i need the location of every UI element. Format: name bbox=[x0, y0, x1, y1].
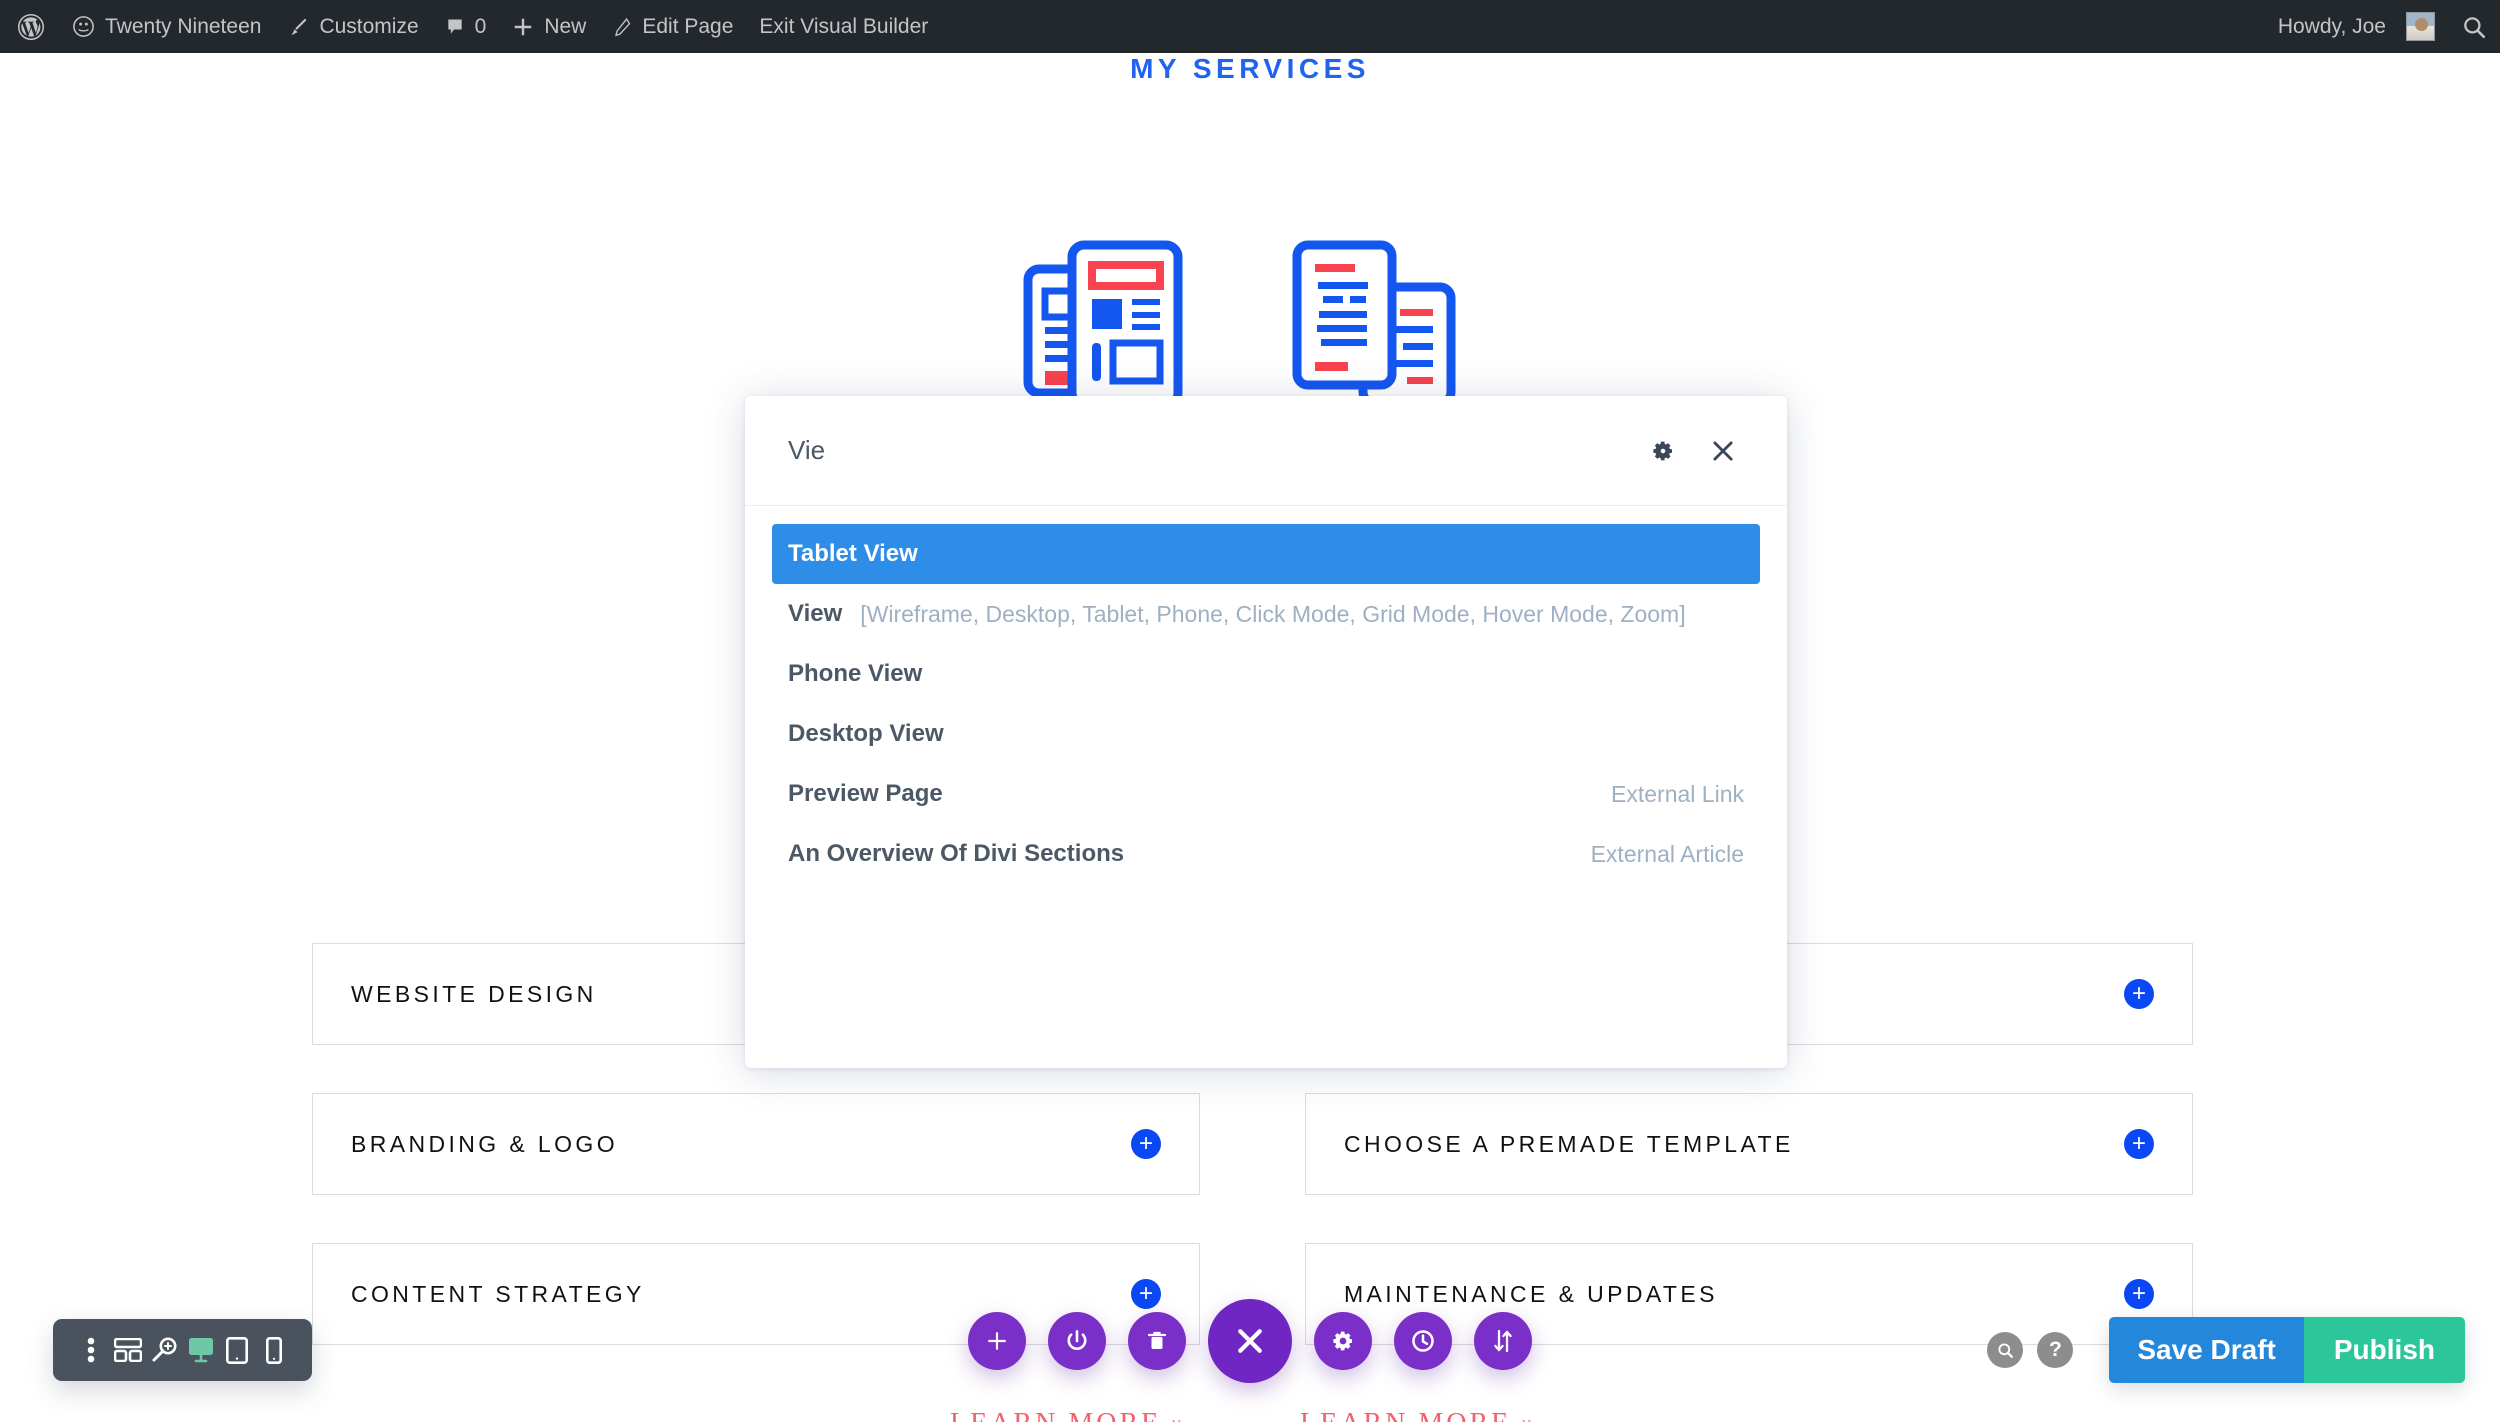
admin-bar-label-edit-page: Edit Page bbox=[642, 14, 734, 38]
plus-icon[interactable]: + bbox=[2124, 1279, 2154, 1309]
modal-results-list: Tablet View View [Wireframe, Desktop, Ta… bbox=[745, 506, 1787, 1068]
pencil-icon bbox=[612, 16, 632, 38]
search-input[interactable] bbox=[788, 430, 1625, 471]
admin-bar-item-edit-page[interactable]: Edit Page bbox=[599, 0, 746, 53]
more-options-icon[interactable] bbox=[75, 1334, 107, 1366]
save-draft-button[interactable]: Save Draft bbox=[2109, 1317, 2304, 1383]
result-row-desktop-view[interactable]: Desktop View bbox=[772, 704, 1760, 764]
settings-gear-icon[interactable] bbox=[1314, 1312, 1372, 1370]
modal-header bbox=[745, 396, 1787, 506]
admin-bar-label-site-name: Twenty Nineteen bbox=[105, 14, 262, 38]
zoom-out-icon[interactable] bbox=[148, 1334, 180, 1366]
sort-updown-icon[interactable] bbox=[1474, 1312, 1532, 1370]
plus-icon[interactable]: + bbox=[2124, 979, 2154, 1009]
accordion-title: WEBSITE DESIGN bbox=[351, 980, 597, 1007]
admin-bar-account[interactable]: Howdy, Joe bbox=[2265, 0, 2448, 53]
wireframe-layout-icon[interactable] bbox=[112, 1334, 144, 1366]
close-builder-icon[interactable] bbox=[1208, 1299, 1292, 1383]
result-row-tablet-view[interactable]: Tablet View bbox=[772, 524, 1760, 584]
accordion-item-branding-logo[interactable]: BRANDING & LOGO + bbox=[312, 1093, 1200, 1195]
admin-bar-item-customize[interactable]: Customize bbox=[274, 0, 431, 53]
phone-view-icon[interactable] bbox=[258, 1334, 290, 1366]
plus-icon bbox=[512, 16, 534, 38]
wordpress-icon bbox=[17, 13, 45, 41]
result-meta: External Link bbox=[1611, 780, 1744, 807]
dashboard-icon bbox=[72, 15, 95, 38]
vb-view-toolbar bbox=[53, 1319, 312, 1381]
add-section-icon[interactable] bbox=[968, 1312, 1026, 1370]
result-row-view[interactable]: View [Wireframe, Desktop, Tablet, Phone,… bbox=[772, 584, 1760, 644]
admin-bar-comment-count: 0 bbox=[474, 14, 487, 38]
gear-icon[interactable] bbox=[1641, 429, 1685, 473]
admin-bar-item-site-name[interactable]: Twenty Nineteen bbox=[59, 0, 274, 53]
publish-button[interactable]: Publish bbox=[2303, 1317, 2465, 1383]
search-icon[interactable] bbox=[1987, 1332, 2024, 1368]
result-label: Tablet View bbox=[788, 540, 918, 567]
plus-icon[interactable]: + bbox=[1131, 1279, 1161, 1309]
power-toggle-icon[interactable] bbox=[1048, 1312, 1106, 1370]
vb-right-toolbar: ? Save Draft Publish bbox=[1987, 1317, 2465, 1383]
comment-bubble-icon bbox=[445, 16, 465, 38]
result-row-phone-view[interactable]: Phone View bbox=[772, 644, 1760, 704]
result-hint: [Wireframe, Desktop, Tablet, Phone, Clic… bbox=[860, 600, 1686, 627]
desktop-view-icon[interactable] bbox=[185, 1334, 217, 1366]
admin-bar-label-customize: Customize bbox=[319, 14, 419, 38]
admin-bar-label-new: New bbox=[544, 14, 587, 38]
help-icon[interactable]: ? bbox=[2037, 1332, 2074, 1368]
stacked-documents-icon bbox=[1285, 231, 1460, 421]
plus-icon[interactable]: + bbox=[1131, 1129, 1161, 1159]
admin-bar-label-exit-vb: Exit Visual Builder bbox=[759, 14, 929, 38]
admin-bar-greeting: Howdy, Joe bbox=[2277, 14, 2386, 38]
accordion-title: MAINTENANCE & UPDATES bbox=[1344, 1280, 1718, 1307]
paintbrush-icon bbox=[287, 16, 309, 38]
page-eyebrow-title: MY SERVICES bbox=[1130, 53, 1370, 84]
result-label: View bbox=[788, 600, 843, 627]
result-label: Desktop View bbox=[788, 720, 944, 747]
admin-bar-item-wp-logo[interactable] bbox=[0, 0, 59, 53]
result-label: Preview Page bbox=[788, 780, 943, 807]
result-row-preview-page[interactable]: Preview Page External Link bbox=[772, 764, 1760, 824]
accordion-title: BRANDING & LOGO bbox=[351, 1130, 618, 1157]
admin-bar-item-exit-visual-builder[interactable]: Exit Visual Builder bbox=[746, 0, 941, 53]
wp-admin-bar: Twenty Nineteen Customize 0 New Edit Pag… bbox=[0, 0, 2500, 53]
result-label: An Overview Of Divi Sections bbox=[788, 840, 1125, 867]
accordion-title: CONTENT STRATEGY bbox=[351, 1280, 645, 1307]
history-clock-icon[interactable] bbox=[1394, 1312, 1452, 1370]
tablet-view-icon[interactable] bbox=[221, 1334, 253, 1366]
trash-icon[interactable] bbox=[1128, 1312, 1186, 1370]
plus-icon[interactable]: + bbox=[2124, 1129, 2154, 1159]
illustration-group bbox=[1020, 231, 1490, 416]
result-label: Phone View bbox=[788, 660, 923, 687]
learn-more-link-right[interactable]: LEARN MORE » bbox=[1300, 1408, 1538, 1422]
divi-quick-actions-modal: Tablet View View [Wireframe, Desktop, Ta… bbox=[745, 396, 1787, 1068]
avatar bbox=[2406, 12, 2435, 41]
accordion-title: CHOOSE A PREMADE TEMPLATE bbox=[1344, 1130, 1794, 1157]
newspaper-layout-icon bbox=[1020, 231, 1190, 421]
accordion-item-premade-template[interactable]: CHOOSE A PREMADE TEMPLATE + bbox=[1305, 1093, 2193, 1195]
search-icon bbox=[2461, 14, 2487, 40]
admin-bar-item-new[interactable]: New bbox=[499, 0, 599, 53]
save-publish-group: Save Draft Publish bbox=[2109, 1317, 2465, 1383]
result-row-overview-divi-sections[interactable]: An Overview Of Divi Sections External Ar… bbox=[772, 824, 1760, 884]
learn-more-link-left[interactable]: LEARN MORE » bbox=[950, 1408, 1188, 1422]
close-icon[interactable] bbox=[1701, 429, 1745, 473]
admin-bar-search-button[interactable] bbox=[2448, 0, 2500, 53]
admin-bar-item-comments[interactable]: 0 bbox=[432, 0, 500, 53]
result-meta: External Article bbox=[1590, 840, 1744, 867]
